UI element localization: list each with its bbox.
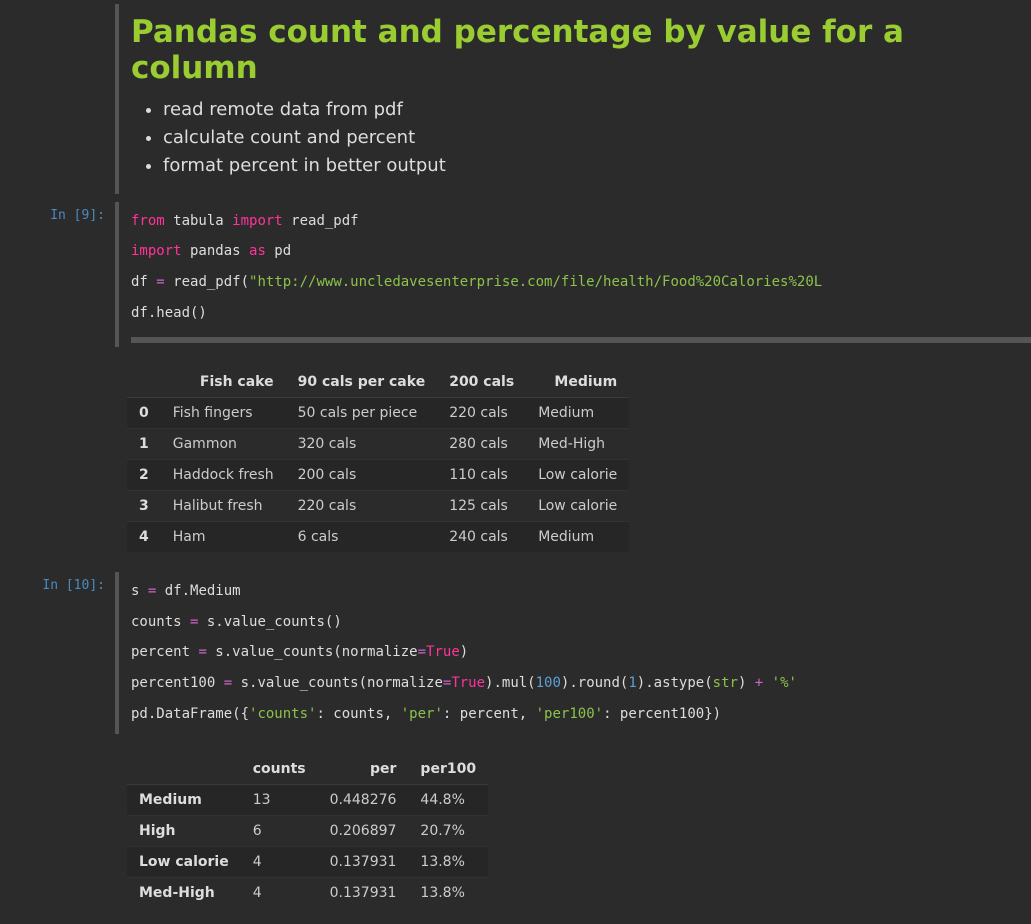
output-cell-10: . counts per per100 Medium 13 0.448276 (0, 738, 1031, 924)
code-block[interactable]: from tabula import read_pdf import panda… (131, 206, 1031, 329)
code-input[interactable]: s = df.Medium counts = s.value_counts() … (115, 572, 1031, 734)
table-row: Med-High 4 0.137931 13.8% (127, 877, 488, 908)
output-prompt: . (0, 355, 115, 564)
table-row: 1 Gammon 320 cals 280 cals Med-High (127, 428, 629, 459)
output-prompt: . (0, 742, 115, 920)
bullet-list: read remote data from pdf calculate coun… (131, 96, 1031, 180)
table-row: High 6 0.206897 20.7% (127, 815, 488, 846)
dataframe-table: counts per per100 Medium 13 0.448276 44.… (127, 754, 488, 908)
table-row: 2 Haddock fresh 200 cals 110 cals Low ca… (127, 459, 629, 490)
input-prompt: In [9]: (0, 202, 115, 347)
code-block[interactable]: s = df.Medium counts = s.value_counts() … (131, 576, 1031, 730)
list-item: read remote data from pdf (163, 96, 1031, 124)
table-row: 4 Ham 6 cals 240 cals Medium (127, 521, 629, 552)
output-content: counts per per100 Medium 13 0.448276 44.… (115, 742, 1031, 920)
table-header: counts per per100 (127, 754, 488, 785)
table-row: 3 Halibut fresh 220 cals 125 cals Low ca… (127, 490, 629, 521)
list-item: format percent in better output (163, 152, 1031, 180)
prompt-empty: . (0, 4, 115, 194)
code-cell-9: In [9]: from tabula import read_pdf impo… (0, 198, 1031, 351)
markdown-cell: . Pandas count and percentage by value f… (0, 0, 1031, 198)
table-row: Medium 13 0.448276 44.8% (127, 784, 488, 815)
notebook: . Pandas count and percentage by value f… (0, 0, 1031, 924)
table-row: Low calorie 4 0.137931 13.8% (127, 846, 488, 877)
page-title: Pandas count and percentage by value for… (131, 14, 1031, 86)
table-row: 0 Fish fingers 50 cals per piece 220 cal… (127, 397, 629, 428)
input-prompt: In [10]: (0, 572, 115, 734)
markdown-content: Pandas count and percentage by value for… (115, 4, 1031, 194)
dataframe-table: Fish cake 90 cals per cake 200 cals Medi… (127, 367, 629, 552)
code-input[interactable]: from tabula import read_pdf import panda… (115, 202, 1031, 347)
list-item: calculate count and percent (163, 124, 1031, 152)
output-content: Fish cake 90 cals per cake 200 cals Medi… (115, 355, 1031, 564)
table-header: Fish cake 90 cals per cake 200 cals Medi… (127, 367, 629, 398)
horizontal-scrollbar[interactable] (131, 337, 1031, 343)
code-cell-10: In [10]: s = df.Medium counts = s.value_… (0, 568, 1031, 738)
output-cell-9: . Fish cake 90 cals per cake 200 cals Me… (0, 351, 1031, 568)
